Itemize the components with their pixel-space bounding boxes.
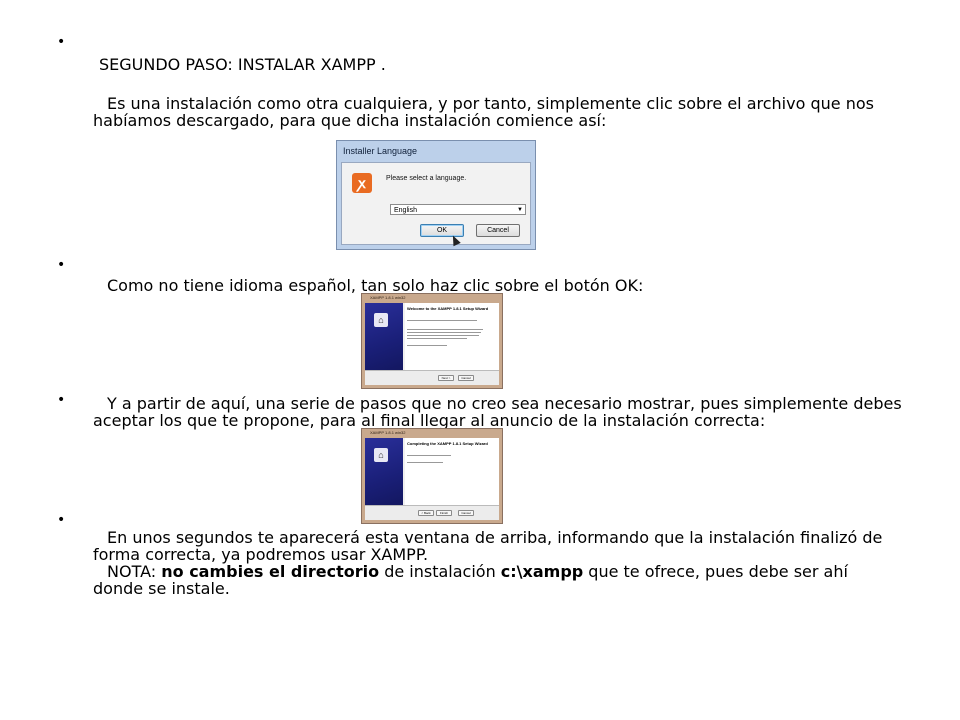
xampp-emblem-icon: ⌂ (374, 448, 388, 462)
bullet-text-click-ok: Como no tiene idioma español, tan solo h… (93, 277, 903, 294)
setup-wizard-welcome-image: XAMPP 1.8.1 win32 ⌂ Welcome to the XAMPP… (361, 293, 503, 389)
xampp-emblem-icon: ⌂ (374, 313, 388, 327)
wizard-side-banner: ⌂ (365, 438, 403, 505)
finish-button: Finish (436, 510, 452, 516)
wizard-heading: Completing the XAMPP 1.8.1 Setup Wizard (407, 441, 488, 446)
cancel-button: Cancel (476, 224, 520, 237)
dialog-message: Please select a language. (386, 175, 467, 182)
note-text: de instalación (379, 562, 501, 581)
finished-text: En unos segundos te aparecerá esta venta… (93, 529, 903, 563)
install-note: NOTA: no cambies el directorio de instal… (93, 563, 903, 597)
back-button: < Back (418, 510, 434, 516)
step-title: SEGUNDO PASO: INSTALAR XAMPP . (99, 55, 386, 74)
cancel-button: Cancel (458, 375, 474, 381)
chevron-down-icon: ▼ (517, 207, 523, 213)
bullet-marker (57, 396, 65, 404)
cancel-button: Cancel (458, 510, 474, 516)
note-path: c:\xampp (500, 562, 584, 581)
wizard-heading: Welcome to the XAMPP 1.8.1 Setup Wizard (407, 306, 489, 311)
bullet-text-accept-steps: Y a partir de aquí, una serie de pasos q… (93, 395, 913, 429)
next-button: Next > (438, 375, 454, 381)
bullet-marker (57, 516, 65, 524)
bullet-text-finished: En unos segundos te aparecerá esta venta… (93, 529, 903, 597)
dialog-title: Installer Language (343, 146, 418, 156)
finished-text-body: En unos segundos te aparecerá esta venta… (93, 528, 883, 564)
bullet-text-step2: SEGUNDO PASO: INSTALAR XAMPP . Es una in… (93, 56, 903, 129)
dialog-title: XAMPP 1.8.1 win32 (370, 430, 406, 435)
language-select-value: English (394, 207, 417, 214)
wizard-side-banner: ⌂ (365, 303, 403, 370)
dialog-title: XAMPP 1.8.1 win32 (370, 295, 406, 300)
step-intro: Es una instalación como otra cualquiera,… (93, 95, 903, 129)
setup-wizard-complete-image: XAMPP 1.8.1 win32 ⌂ Completing the XAMPP… (361, 428, 503, 524)
step-intro-text: Es una instalación como otra cualquiera,… (93, 94, 874, 130)
language-select: English ▼ (390, 204, 526, 215)
installer-language-dialog-image: Installer Language ꭗ Please select a lan… (336, 140, 536, 250)
bullet-marker (57, 261, 65, 269)
accept-steps-text: Y a partir de aquí, una serie de pasos q… (93, 394, 902, 430)
bullet-marker (57, 38, 65, 46)
xampp-logo-icon: ꭗ (352, 173, 372, 193)
